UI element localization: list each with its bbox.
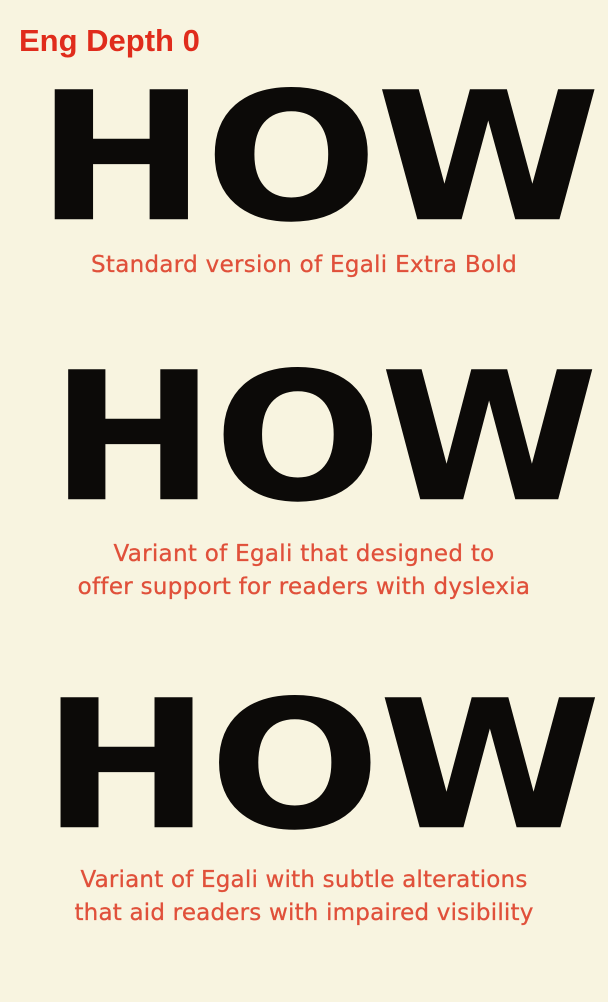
caption-line: Variant of Egali that designed to	[113, 541, 495, 567]
caption-line: Variant of Egali with subtle alterations	[80, 867, 528, 893]
sample-caption: Standard version of Egali Extra Bold	[0, 250, 608, 280]
sample-caption: Variant of Egali that designed to offer …	[0, 538, 608, 604]
font-sample-dyslexia-variant: HOW Variant of Egali that designed to of…	[0, 333, 608, 618]
sample-word: HOW	[36, 53, 608, 262]
sample-word-text: HOW	[42, 661, 601, 870]
sample-word: HOW	[42, 661, 608, 870]
sample-word-text: HOW	[50, 333, 598, 542]
sample-caption: Variant of Egali with subtle alterations…	[0, 864, 608, 930]
caption-line: Standard version of Egali Extra Bold	[91, 252, 517, 278]
caption-line: that aid readers with impaired visibilit…	[74, 900, 534, 926]
caption-line: offer support for readers with dyslexia	[77, 574, 531, 600]
sample-word-text: HOW	[36, 53, 601, 262]
sample-word: HOW	[50, 333, 608, 542]
font-sample-standard: HOW Standard version of Egali Extra Bold	[0, 53, 608, 308]
font-sample-low-vision-variant: HOW Variant of Egali with subtle alterat…	[0, 661, 608, 936]
